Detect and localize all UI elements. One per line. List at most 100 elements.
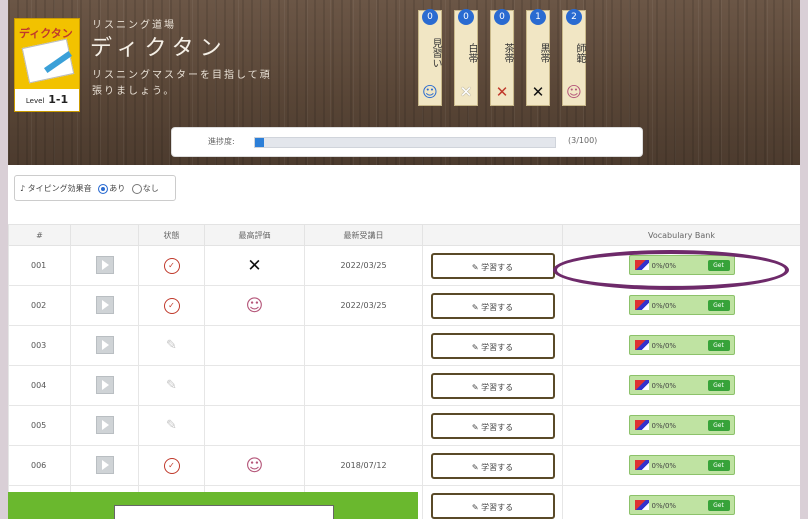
radio-sound-on-label[interactable]: あり — [109, 184, 125, 193]
play-audio-button[interactable] — [95, 255, 114, 274]
eval-cell: ✕ — [204, 245, 305, 286]
progress-bar — [254, 137, 556, 148]
play-audio-button[interactable] — [95, 375, 114, 394]
study-button[interactable]: ✎ 学習する — [430, 252, 555, 279]
status-cell: ✎ — [138, 325, 205, 366]
play-cell — [70, 245, 139, 286]
vocabulary-bank-button[interactable]: 0%/0% Get — [628, 414, 735, 435]
typing-sound-label: タイピング効果音 — [27, 184, 92, 193]
page-header: ディクタン Level 1-1 リスニング道場 ディクタン リスニングマスターを… — [8, 0, 800, 165]
flag-icon — [634, 459, 649, 470]
study-button[interactable]: ✎ 学習する — [430, 332, 555, 359]
vocabulary-bank-button[interactable]: 0%/0% Get — [628, 494, 735, 515]
vocabulary-bank-button[interactable]: 0%/0% Get — [628, 294, 735, 315]
header-description: リスニングマスターを目指して頑張りましょう。 — [92, 70, 272, 97]
study-cell: ✎ 学習する — [422, 445, 563, 486]
eval-cell — [204, 365, 305, 406]
radio-sound-on[interactable] — [98, 183, 109, 194]
play-cell — [70, 285, 139, 326]
lesson-number: 006 — [8, 445, 71, 486]
lesson-number: 004 — [8, 365, 71, 406]
paper-icon — [21, 38, 75, 84]
table-row: 005 ✎ ✎ 学習する 0%/0% Get — [8, 405, 800, 446]
vocabulary-bank-button[interactable]: 0%/0% Get — [628, 334, 735, 355]
belt-brown-belt: 0 茶帯 ✕ — [490, 9, 514, 106]
play-audio-button[interactable] — [95, 335, 114, 354]
study-cell: ✎ 学習する — [422, 405, 563, 446]
lesson-number: 003 — [8, 325, 71, 366]
progress-label: 進捗度: — [208, 137, 235, 146]
flag-icon — [634, 419, 649, 430]
progress-fill — [255, 138, 264, 147]
play-audio-button[interactable] — [95, 295, 114, 314]
flag-icon — [634, 299, 649, 310]
vocab-percent: 0%/0% — [651, 341, 677, 350]
get-button[interactable]: Get — [707, 299, 730, 311]
vocab-cell: 0%/0% Get — [562, 485, 800, 519]
column-header: Vocabulary Bank — [562, 224, 800, 246]
bottom-tab[interactable] — [114, 505, 334, 519]
vocab-cell: 0%/0% Get — [562, 365, 800, 406]
column-header: 状態 — [138, 224, 205, 246]
status-cell: ✓ — [138, 445, 205, 486]
black-belt-icon: ✕ — [531, 83, 545, 101]
study-cell: ✎ 学習する — [422, 325, 563, 366]
table-row: 002 ✓ ☺ 2022/03/25 ✎ 学習する 0%/0% Get — [8, 285, 800, 326]
table-header-row: # 状態 最高評価 最新受講日 Vocabulary Bank — [8, 224, 800, 246]
play-audio-button[interactable] — [95, 415, 114, 434]
table-row: 003 ✎ ✎ 学習する 0%/0% Get — [8, 325, 800, 366]
get-button[interactable]: Get — [707, 339, 730, 351]
column-header: # — [8, 224, 71, 246]
vocabulary-highlight-ring — [553, 250, 789, 290]
column-header — [422, 224, 563, 246]
table-row: 006 ✓ ☺ 2018/07/12 ✎ 学習する 0%/0% Get — [8, 445, 800, 486]
belt-label: 見習い — [430, 38, 441, 68]
flag-icon — [634, 339, 649, 350]
study-button[interactable]: ✎ 学習する — [430, 452, 555, 479]
column-header: 最新受講日 — [304, 224, 423, 246]
black-belt-icon: ✕ — [247, 255, 262, 276]
vocabulary-bank-button[interactable]: 0%/0% Get — [628, 374, 735, 395]
belt-label: 白帯 — [466, 43, 477, 63]
completed-status-icon: ✓ — [163, 257, 180, 274]
belt-black-belt: 1 黒帯 ✕ — [526, 9, 550, 106]
last-date — [304, 365, 423, 406]
app-frame: ディクタン Level 1-1 リスニング道場 ディクタン リスニングマスターを… — [8, 0, 800, 519]
get-button[interactable]: Get — [707, 379, 730, 391]
study-button[interactable]: ✎ 学習する — [430, 412, 555, 439]
status-cell: ✎ — [138, 365, 205, 406]
study-cell: ✎ 学習する — [422, 485, 563, 519]
page-title: ディクタン — [90, 36, 228, 61]
study-button[interactable]: ✎ 学習する — [430, 292, 555, 319]
play-cell — [70, 405, 139, 446]
play-cell — [70, 325, 139, 366]
study-button[interactable]: ✎ 学習する — [430, 372, 555, 399]
study-button[interactable]: ✎ 学習する — [430, 492, 555, 519]
brown-belt-icon: ✕ — [495, 83, 509, 101]
vocab-percent: 0%/0% — [651, 461, 677, 470]
column-header — [70, 224, 139, 246]
vocabulary-bank-button[interactable]: 0%/0% Get — [628, 454, 735, 475]
get-button[interactable]: Get — [707, 499, 730, 511]
belt-count-badge: 0 — [494, 9, 510, 25]
pencil-icon: ✎ — [166, 418, 177, 433]
progress-count: (3/100) — [568, 136, 598, 145]
eval-cell: ☺ — [204, 445, 305, 486]
belt-count-badge: 0 — [458, 9, 474, 25]
pencil-icon: ✎ — [166, 378, 177, 393]
master-face-icon: ☺ — [245, 295, 264, 316]
radio-sound-off[interactable] — [131, 183, 142, 194]
get-button[interactable]: Get — [707, 459, 730, 471]
eval-cell: ☺ — [204, 285, 305, 326]
completed-status-icon: ✓ — [163, 457, 180, 474]
bottom-green-bar — [8, 492, 418, 519]
play-audio-button[interactable] — [95, 455, 114, 474]
progress-panel: 進捗度: (3/100) — [171, 127, 643, 157]
eval-cell — [204, 325, 305, 366]
get-button[interactable]: Get — [707, 419, 730, 431]
sound-icon: ♪ — [20, 184, 26, 193]
vocab-cell: 0%/0% Get — [562, 405, 800, 446]
dictan-logo: ディクタン Level 1-1 — [14, 18, 80, 112]
belt-label: 黒帯 — [538, 43, 549, 63]
radio-sound-off-label[interactable]: なし — [143, 184, 159, 193]
